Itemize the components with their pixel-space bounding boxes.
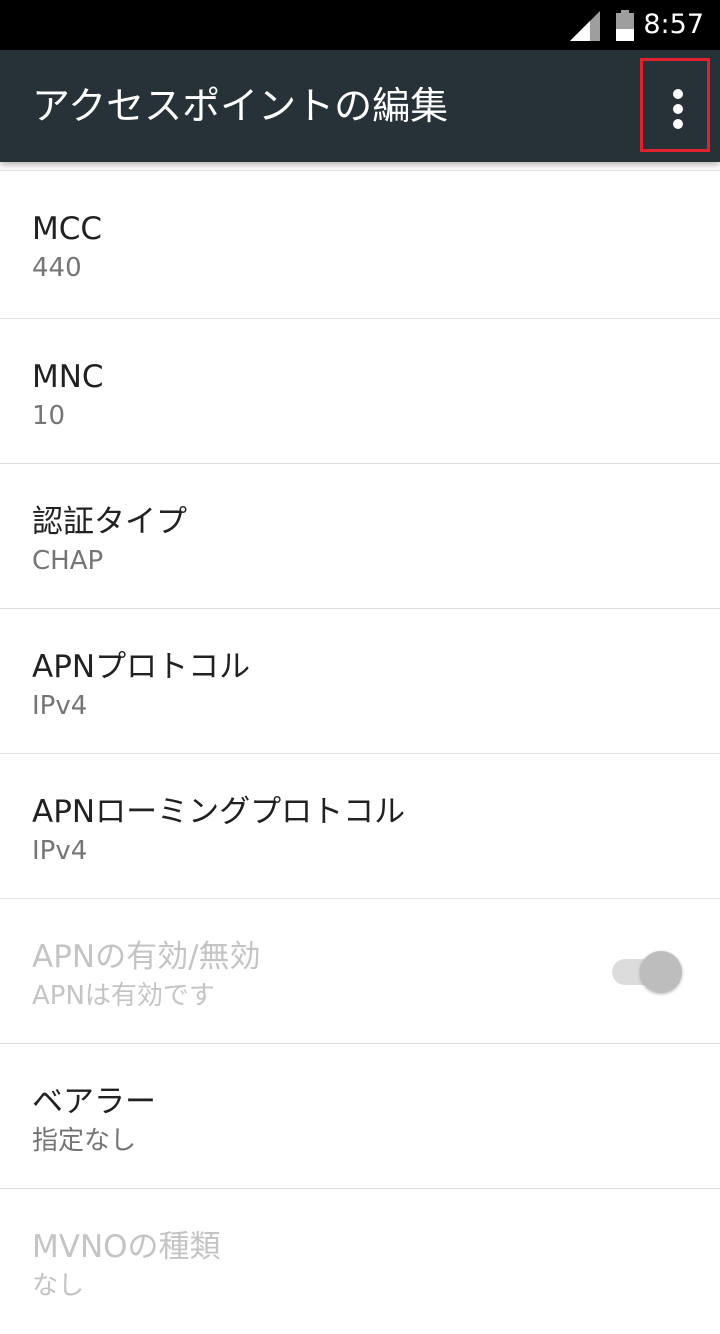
setting-item-bearer[interactable]: ベアラー 指定なし: [0, 1044, 720, 1189]
toggle-thumb: [640, 951, 682, 993]
setting-item-mvno-type: MVNOの種類 なし: [0, 1189, 720, 1334]
setting-title: ベアラー: [32, 1084, 156, 1120]
setting-summary: 指定なし: [32, 1126, 137, 1156]
setting-summary: 10: [32, 401, 66, 431]
setting-title: MCC: [32, 211, 103, 247]
setting-item-apn-protocol[interactable]: APNプロトコル IPv4: [0, 609, 720, 754]
setting-item-apn-roaming-protocol[interactable]: APNローミングプロトコル IPv4: [0, 754, 720, 899]
setting-summary: なし: [32, 1271, 85, 1301]
setting-summary: IPv4: [32, 691, 88, 721]
app-bar: アクセスポイントの編集: [0, 50, 720, 162]
battery-icon: [616, 10, 634, 41]
setting-title: APNの有効/無効: [32, 939, 261, 975]
setting-title: APNプロトコル: [32, 649, 251, 685]
page-title: アクセスポイントの編集: [32, 84, 449, 128]
setting-summary: APNは有効です: [32, 981, 215, 1011]
setting-title: MVNOの種類: [32, 1229, 221, 1265]
setting-title: APNローミングプロトコル: [32, 794, 406, 830]
setting-title: MNC: [32, 359, 104, 395]
setting-item-mnc[interactable]: MNC 10: [0, 319, 720, 464]
status-bar: 8:57: [0, 0, 720, 50]
status-time: 8:57: [643, 9, 704, 40]
more-options-button[interactable]: [640, 58, 710, 152]
setting-item-auth-type[interactable]: 認証タイプ CHAP: [0, 464, 720, 609]
setting-summary: IPv4: [32, 836, 88, 866]
setting-item-mcc[interactable]: MCC 440: [0, 171, 720, 319]
setting-item-apn-enable: APNの有効/無効 APNは有効です: [0, 899, 720, 1044]
setting-summary: CHAP: [32, 546, 104, 576]
settings-list: MCC 440 MNC 10 認証タイプ CHAP APNプロトコル IPv4 …: [0, 170, 720, 1334]
setting-summary: 440: [32, 253, 82, 283]
signal-icon: [570, 11, 600, 41]
setting-title: 認証タイプ: [32, 504, 187, 540]
